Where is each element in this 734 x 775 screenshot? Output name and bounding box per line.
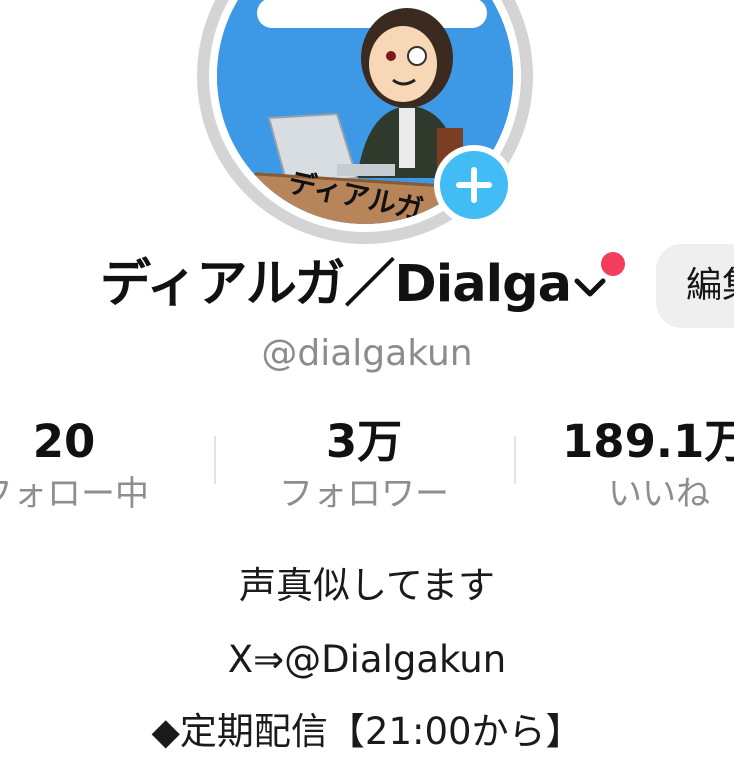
likes-label: いいね <box>608 474 710 514</box>
stat-following[interactable]: 20 フォロー中 <box>0 413 164 517</box>
stat-likes[interactable]: 189.1万 いいね <box>562 413 734 517</box>
stat-divider <box>214 436 216 484</box>
profile-page: ディアルガ ディアルガ／Dialga 編集 @dialgakun 20 フォロー… <box>0 0 734 775</box>
display-name: ディアルガ／Dialga <box>100 255 572 314</box>
chevron-down-icon[interactable] <box>572 276 608 300</box>
bio-line: ◆定期配信【21:00から】 <box>151 710 583 753</box>
username-handle: @dialgakun <box>261 333 473 374</box>
following-label: フォロー中 <box>0 474 149 514</box>
bio-line: 声真似してます <box>238 564 496 607</box>
edit-profile-button[interactable]: 編集 <box>656 244 734 328</box>
add-avatar-button[interactable] <box>434 145 514 225</box>
notification-dot <box>601 252 625 276</box>
likes-count: 189.1万 <box>562 415 734 468</box>
stat-divider <box>514 436 516 484</box>
plus-icon <box>456 167 492 203</box>
followers-count: 3万 <box>325 415 403 468</box>
following-count: 20 <box>32 415 96 468</box>
stat-followers[interactable]: 3万 フォロワー <box>264 413 464 517</box>
followers-label: フォロワー <box>279 474 449 514</box>
bio-line: X⇒@Dialgakun <box>227 638 507 681</box>
